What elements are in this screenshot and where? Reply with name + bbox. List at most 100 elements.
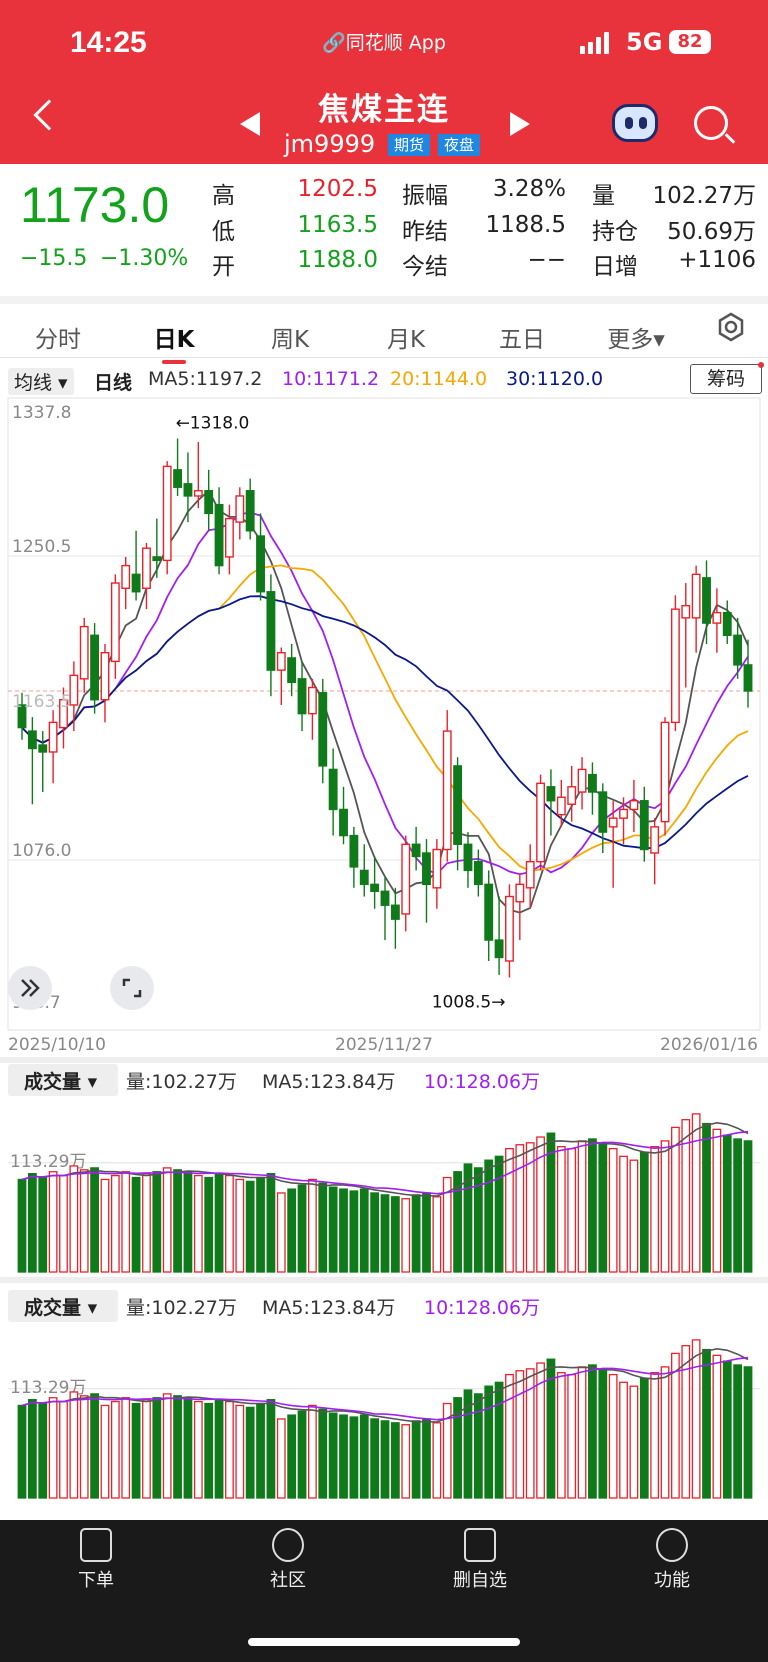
candle-body[interactable] [691,573,701,619]
candle-body[interactable] [90,634,100,701]
candle-body[interactable] [131,573,141,593]
candle-body[interactable] [422,852,431,886]
candle-body[interactable] [629,800,639,811]
candle-body[interactable] [505,895,514,962]
candle-body[interactable] [619,808,628,819]
candle-body[interactable] [556,796,566,816]
candle-body[interactable] [380,890,390,906]
candle-body[interactable] [442,730,452,851]
candle-body[interactable] [214,503,224,567]
menu-circle-icon [656,1528,688,1562]
volume-bar [152,1397,162,1499]
candle-body[interactable] [587,773,597,793]
volume-bar [183,1171,193,1273]
candle-body[interactable] [473,860,483,886]
volume-bar [515,1144,525,1273]
candle-body[interactable] [660,721,670,823]
candle-body[interactable] [297,678,307,715]
candle-body[interactable] [463,843,473,872]
candle-body[interactable] [173,469,183,488]
volume-bar [411,1420,421,1499]
document-icon [80,1528,112,1562]
candle-body[interactable] [162,465,172,562]
volume-bar [401,1424,411,1499]
candle-body[interactable] [432,848,442,889]
candle-body[interactable] [193,490,203,497]
candle-body[interactable] [100,652,110,701]
volume-bar [422,1418,431,1499]
candle-body[interactable] [577,768,587,793]
candle-body[interactable] [359,869,369,886]
volume-bar [370,1418,380,1499]
volume-ma10: 10:128.06万 [424,1297,540,1319]
candle-body[interactable] [79,625,89,680]
candle-body[interactable] [349,834,359,868]
volume-bar [276,1192,286,1273]
volume-bar [162,1393,172,1499]
volume-value: 量:102.27万 [126,1071,237,1093]
candle-body[interactable] [453,765,463,845]
community-icon [272,1528,304,1562]
candle-body[interactable] [401,843,411,915]
candle-body[interactable] [307,686,317,715]
candle-body[interactable] [411,843,421,858]
candle-body[interactable] [38,744,48,753]
volume-bar [743,1366,753,1499]
candle-body[interactable] [370,883,380,893]
candle-body[interactable] [224,517,234,558]
volume-bar [79,1169,89,1273]
tab-remove-watchlist[interactable]: 删自选 [430,1528,530,1592]
candle-body[interactable] [318,692,328,767]
candle-body[interactable] [48,721,58,753]
candle-body[interactable] [339,808,348,837]
candle-body[interactable] [110,582,120,663]
candle-body[interactable] [598,791,608,833]
candle-body[interactable] [27,730,37,750]
candle-body[interactable] [525,860,535,889]
candle-body[interactable] [183,483,193,497]
candle-body[interactable] [121,564,131,589]
candle-body[interactable] [743,664,753,692]
candle-body[interactable] [546,786,556,802]
candle-body[interactable] [235,495,245,523]
candle-body[interactable] [567,786,577,805]
candle-body[interactable] [204,490,214,515]
candle-body[interactable] [328,768,338,811]
volume-bar [712,1128,722,1273]
candle-body[interactable] [722,611,732,636]
tab-community[interactable]: 社区 [238,1528,338,1592]
candle-body[interactable] [733,634,743,666]
kline-chart[interactable]: 1337.81250.51076.0988.7←1318.01008.5→116… [0,0,768,1520]
candle-body[interactable] [256,535,265,593]
expand-arrows-button[interactable] [8,966,52,1010]
volume-bar [256,1402,265,1499]
candle-body[interactable] [245,490,255,532]
volume-bar [287,1414,297,1499]
candle-body[interactable] [494,939,504,959]
candle-body[interactable] [639,800,649,851]
candle-body[interactable] [484,883,494,941]
candle-body[interactable] [712,611,722,624]
volume-bar [162,1167,172,1273]
candle-body[interactable] [536,782,546,863]
candle-body[interactable] [266,591,276,671]
volume-bar [110,1400,120,1499]
candle-body[interactable] [142,547,151,589]
volume-bar [691,1339,701,1499]
candle-body[interactable] [702,577,711,624]
candle-body[interactable] [152,556,162,562]
fullscreen-button[interactable] [110,966,154,1010]
candle-body[interactable] [670,608,680,724]
tab-functions[interactable]: 功能 [622,1528,722,1592]
candle-body[interactable] [650,826,660,854]
tab-place-order[interactable]: 下单 [46,1528,146,1592]
ma30-line [21,595,749,850]
candle-body[interactable] [276,652,286,671]
candle-body[interactable] [515,883,525,903]
candle-body[interactable] [390,904,400,920]
volume-bar [17,1404,27,1499]
volume-bar [48,1171,58,1273]
candle-body[interactable] [287,657,297,684]
candle-body[interactable] [681,604,691,619]
candle-body[interactable] [608,817,618,828]
